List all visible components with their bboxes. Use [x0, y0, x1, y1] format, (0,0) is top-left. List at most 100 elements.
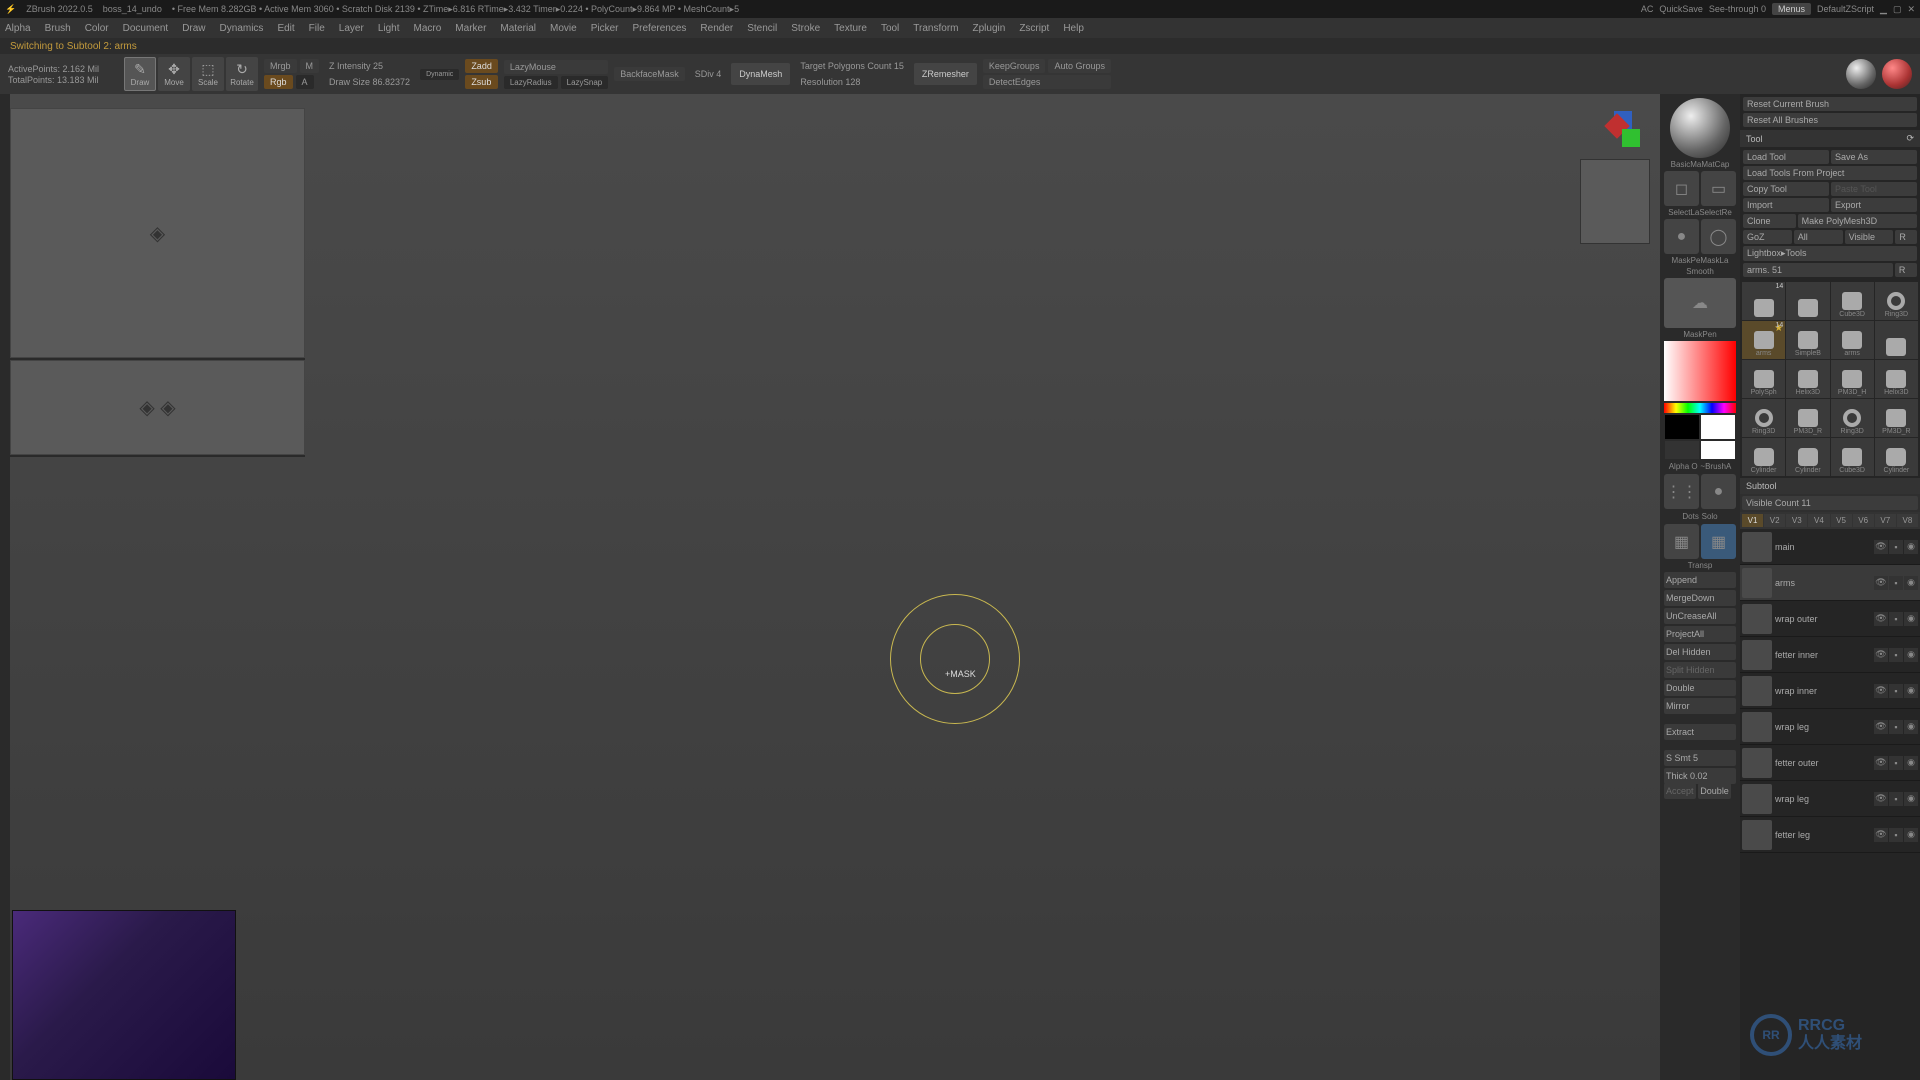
- double-button[interactable]: Double: [1664, 680, 1736, 696]
- visibility-v7[interactable]: V7: [1875, 514, 1896, 527]
- subtool-paint-icon[interactable]: ▪: [1889, 720, 1903, 734]
- thick-slider[interactable]: Thick 0.02: [1664, 768, 1736, 784]
- subtool-row-arms[interactable]: arms👁▪◉: [1740, 565, 1920, 601]
- splithidden-button[interactable]: Split Hidden: [1664, 662, 1736, 678]
- subtool-row-wrap-leg[interactable]: wrap leg👁▪◉: [1740, 781, 1920, 817]
- reference-image-2[interactable]: ◈ ◈: [10, 360, 305, 455]
- tool-item-14[interactable]: Ring3D: [1831, 399, 1874, 437]
- tool-item-11[interactable]: Helix3D: [1875, 360, 1918, 398]
- import-button[interactable]: Import: [1743, 198, 1829, 212]
- swatch-white[interactable]: [1701, 415, 1735, 439]
- mrgb-button[interactable]: Mrgb: [264, 59, 297, 73]
- subtool-section-header[interactable]: Subtool: [1740, 478, 1920, 494]
- zremesher-button[interactable]: ZRemesher: [914, 63, 977, 85]
- subtool-paint-icon[interactable]: ▪: [1889, 828, 1903, 842]
- menu-movie[interactable]: Movie: [550, 23, 577, 34]
- tool-item-17[interactable]: Cylinder: [1786, 438, 1829, 476]
- load-tool-button[interactable]: Load Tool: [1743, 150, 1829, 164]
- hue-slider[interactable]: [1664, 403, 1736, 413]
- subtool-eye-icon[interactable]: ◉: [1904, 720, 1918, 734]
- dynamic-toggle[interactable]: Dynamic: [420, 69, 459, 80]
- color-picker[interactable]: [1664, 341, 1736, 401]
- rotate-mode-button[interactable]: ↻Rotate: [226, 57, 258, 91]
- a-button[interactable]: A: [296, 75, 314, 89]
- swatch-secondary[interactable]: [1665, 441, 1699, 459]
- reset-all-brushes-button[interactable]: Reset All Brushes: [1743, 113, 1917, 127]
- tool-item-6[interactable]: arms: [1831, 321, 1874, 359]
- menu-transform[interactable]: Transform: [913, 23, 958, 34]
- window-min-icon[interactable]: ▁: [1880, 4, 1887, 15]
- menu-texture[interactable]: Texture: [834, 23, 867, 34]
- load-from-project-button[interactable]: Load Tools From Project: [1743, 166, 1917, 180]
- subtool-row-wrap-outer[interactable]: wrap outer👁▪◉: [1740, 601, 1920, 637]
- resolution-slider[interactable]: Resolution 128: [796, 75, 908, 89]
- autogroups-button[interactable]: Auto Groups: [1048, 59, 1111, 73]
- goz-button[interactable]: GoZ: [1743, 230, 1792, 244]
- ssmt-slider[interactable]: S Smt 5: [1664, 750, 1736, 766]
- menu-stroke[interactable]: Stroke: [791, 23, 820, 34]
- mask-pen-brush[interactable]: ●: [1664, 219, 1699, 254]
- subtool-paint-icon[interactable]: ▪: [1889, 576, 1903, 590]
- rgb-button[interactable]: Rgb: [264, 75, 293, 89]
- menu-zscript[interactable]: Zscript: [1019, 23, 1049, 34]
- subtool-paint-icon[interactable]: ▪: [1889, 756, 1903, 770]
- subtool-row-wrap-inner[interactable]: wrap inner👁▪◉: [1740, 673, 1920, 709]
- subtool-paint-icon[interactable]: ▪: [1889, 612, 1903, 626]
- menu-document[interactable]: Document: [123, 23, 169, 34]
- tool-item-7[interactable]: [1875, 321, 1918, 359]
- material-sphere-red[interactable]: [1882, 59, 1912, 89]
- menu-preferences[interactable]: Preferences: [632, 23, 686, 34]
- subtool-eye-icon[interactable]: ◉: [1904, 792, 1918, 806]
- delhidden-button[interactable]: Del Hidden: [1664, 644, 1736, 660]
- subtool-row-fetter-leg[interactable]: fetter leg👁▪◉: [1740, 817, 1920, 853]
- tool-item-15[interactable]: PM3D_R: [1875, 399, 1918, 437]
- mirror-button[interactable]: Mirror: [1664, 698, 1736, 714]
- solo-button[interactable]: ●: [1701, 474, 1736, 509]
- r-button[interactable]: R: [1895, 263, 1917, 277]
- tool-item-1[interactable]: [1786, 282, 1829, 320]
- menu-tool[interactable]: Tool: [881, 23, 899, 34]
- subtool-row-main[interactable]: main👁▪◉: [1740, 529, 1920, 565]
- subtool-eye-icon[interactable]: ◉: [1904, 576, 1918, 590]
- subtool-eye-icon[interactable]: ◉: [1904, 540, 1918, 554]
- subtool-paint-icon[interactable]: ▪: [1889, 684, 1903, 698]
- subtool-row-fetter-outer[interactable]: fetter outer👁▪◉: [1740, 745, 1920, 781]
- z-intensity-slider[interactable]: Z Intensity 25: [325, 59, 414, 73]
- quicksave-button[interactable]: QuickSave: [1659, 4, 1703, 14]
- tool-item-9[interactable]: Helix3D: [1786, 360, 1829, 398]
- subtool-paint-icon[interactable]: ▪: [1889, 648, 1903, 662]
- visibility-v8[interactable]: V8: [1897, 514, 1918, 527]
- visibility-v2[interactable]: V2: [1764, 514, 1785, 527]
- nav-gizmo[interactable]: [1600, 109, 1645, 154]
- mask-lasso-brush[interactable]: ◯: [1701, 219, 1736, 254]
- draw-mode-button[interactable]: ✎Draw: [124, 57, 156, 91]
- menu-brush[interactable]: Brush: [45, 23, 71, 34]
- extract-button[interactable]: Extract: [1664, 724, 1736, 740]
- accept-button[interactable]: Accept: [1664, 783, 1696, 799]
- subtool-vis-icon[interactable]: 👁: [1874, 792, 1888, 806]
- menu-marker[interactable]: Marker: [455, 23, 486, 34]
- tool-section-header[interactable]: Tool ⟳: [1740, 130, 1920, 147]
- subtool-eye-icon[interactable]: ◉: [1904, 828, 1918, 842]
- append-button[interactable]: Append: [1664, 572, 1736, 588]
- tool-item-5[interactable]: SimpleB: [1786, 321, 1829, 359]
- lazymouse-button[interactable]: LazyMouse: [504, 60, 608, 74]
- subtool-eye-icon[interactable]: ◉: [1904, 684, 1918, 698]
- reset-brush-button[interactable]: Reset Current Brush: [1743, 97, 1917, 111]
- clone-button[interactable]: Clone: [1743, 214, 1796, 228]
- menu-render[interactable]: Render: [700, 23, 733, 34]
- subtool-vis-icon[interactable]: 👁: [1874, 756, 1888, 770]
- lightbox-tools-button[interactable]: Lightbox▸Tools: [1743, 246, 1917, 261]
- lazysnap-button[interactable]: LazySnap: [561, 76, 609, 89]
- goz-r-button[interactable]: R: [1895, 230, 1917, 244]
- material-preview[interactable]: [1670, 98, 1730, 158]
- paste-tool-button[interactable]: Paste Tool: [1831, 182, 1917, 196]
- tool-item-3[interactable]: Ring3D: [1875, 282, 1918, 320]
- zsub-button[interactable]: Zsub: [465, 75, 498, 89]
- tool-item-19[interactable]: Cylinder: [1875, 438, 1918, 476]
- current-brush[interactable]: ☁: [1664, 278, 1736, 328]
- zadd-button[interactable]: Zadd: [465, 59, 498, 73]
- projectall-button[interactable]: ProjectAll: [1664, 626, 1736, 642]
- tool-item-12[interactable]: Ring3D: [1742, 399, 1785, 437]
- zscript-label[interactable]: DefaultZScript: [1817, 4, 1874, 14]
